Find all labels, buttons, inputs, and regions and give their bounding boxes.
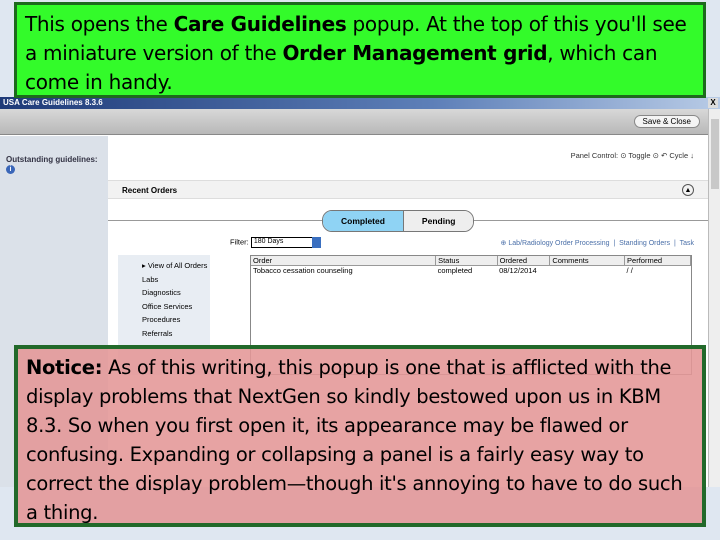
cell-comments: [550, 266, 625, 276]
nav-item[interactable]: Referrals: [142, 327, 210, 341]
nav-item[interactable]: Diagnostics: [142, 286, 210, 300]
nav-item[interactable]: Procedures: [142, 313, 210, 327]
filter-select[interactable]: 180 Days: [250, 237, 321, 248]
toolbar: Save & Close: [0, 109, 708, 135]
header-row: Order Status Ordered Comments Performed: [251, 256, 691, 266]
cell-status: completed: [437, 266, 473, 275]
vertical-scrollbar[interactable]: [708, 109, 720, 487]
nav-item[interactable]: Labs: [142, 273, 210, 287]
close-icon[interactable]: X: [708, 98, 718, 108]
cell-order: Tobacco cessation counseling: [253, 266, 353, 275]
filter: Filter: 180 Days: [230, 237, 321, 248]
window-title: USA Care Guidelines 8.3.6: [3, 98, 103, 107]
column-header[interactable]: Performed: [624, 256, 691, 266]
chevron-down-icon[interactable]: [311, 237, 321, 248]
task-link[interactable]: Task: [680, 240, 694, 247]
title-bar: USA Care Guidelines 8.3.6 X: [0, 97, 720, 109]
table-row[interactable]: Tobacco cessation counseling completed 0…: [251, 266, 691, 276]
toggle-button[interactable]: ⊙ Toggle: [620, 151, 650, 160]
panel-control: Panel Control: ⊙ Toggle ⊙ ↶ Cycle ↓: [570, 151, 694, 160]
notice-callout: Notice: As of this writing, this popup i…: [14, 345, 706, 527]
collapse-icon[interactable]: ▲: [682, 184, 694, 196]
tab-completed[interactable]: Completed: [323, 211, 403, 231]
cell-performed: / /: [626, 266, 633, 275]
tab-pending[interactable]: Pending: [402, 211, 474, 231]
scrollbar-thumb[interactable]: [711, 119, 719, 189]
cell-ordered: 08/12/2014: [499, 266, 537, 275]
orders-tabs: Completed Pending: [322, 210, 475, 232]
lab-radiology-link[interactable]: Lab/Radiology Order Processing: [508, 240, 609, 247]
down-icon[interactable]: ↓: [690, 151, 694, 160]
column-header[interactable]: Order: [251, 256, 437, 266]
cycle-button[interactable]: ↶ Cycle: [661, 151, 688, 160]
save-close-button[interactable]: Save & Close: [633, 115, 700, 128]
order-links: ⊕ Lab/Radiology Order Processing | Stand…: [500, 240, 694, 247]
outstanding-guidelines-label: Outstanding guidelines: i: [6, 155, 98, 174]
top-callout: This opens the Care Guidelines popup. At…: [14, 2, 706, 98]
info-icon[interactable]: i: [6, 165, 15, 174]
recent-orders-header[interactable]: Recent Orders ▲: [108, 180, 708, 199]
nav-item[interactable]: ▸ View of All Orders: [142, 259, 210, 273]
nav-item[interactable]: Office Services: [142, 300, 210, 314]
column-header[interactable]: Ordered: [497, 256, 551, 266]
standing-orders-link[interactable]: Standing Orders: [619, 240, 670, 247]
expand-icon[interactable]: ⊙: [653, 151, 659, 160]
column-header[interactable]: Status: [435, 256, 498, 266]
column-header[interactable]: Comments: [549, 256, 626, 266]
